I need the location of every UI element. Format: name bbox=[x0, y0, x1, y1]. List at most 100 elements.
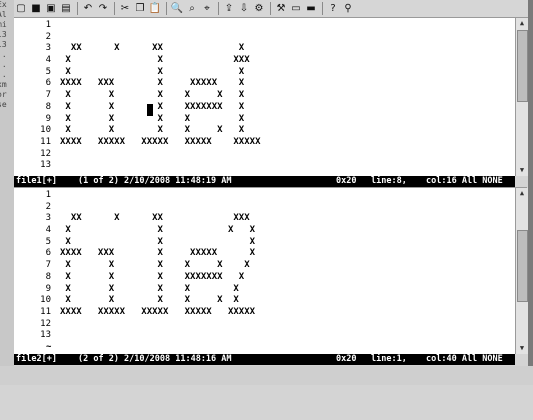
text-line[interactable]: 8 X X X XXXXXXX X bbox=[14, 272, 255, 284]
text-line[interactable]: 13 bbox=[14, 160, 260, 172]
status-filename: file2[+] bbox=[16, 354, 57, 364]
line-number: 2 bbox=[45, 31, 51, 42]
status-column: col:40 All NONE bbox=[426, 354, 503, 364]
run-script-icon[interactable]: ⚙ bbox=[252, 2, 266, 15]
line-number: 4 bbox=[45, 55, 51, 66]
find-next-icon[interactable]: ⌕ bbox=[185, 2, 199, 15]
ctags-icon[interactable]: ▬ bbox=[304, 2, 318, 15]
line-number: 13 bbox=[40, 160, 51, 171]
text-line[interactable]: 12 bbox=[14, 149, 260, 161]
save-icon[interactable]: ■ bbox=[29, 2, 43, 15]
text-line[interactable]: 6 XXXX XXX X XXXXX X bbox=[14, 78, 260, 90]
save-session-icon[interactable]: ⇩ bbox=[237, 2, 251, 15]
line-text: XX X XX XXX bbox=[60, 213, 250, 224]
scroll-down-arrow-icon[interactable]: ▼ bbox=[516, 343, 528, 354]
line-text: X X X X X X bbox=[60, 295, 239, 306]
text-line[interactable]: 4 X X XXX bbox=[14, 55, 260, 67]
line-number: 4 bbox=[45, 225, 51, 236]
find-help-icon[interactable]: ⚲ bbox=[341, 2, 355, 15]
text-line[interactable]: 8 X X X XXXXXXX X bbox=[14, 102, 260, 114]
line-text: XXXX XXX X XXXXX X bbox=[60, 248, 256, 259]
text-line[interactable]: 5 X X X bbox=[14, 236, 256, 249]
line-number: 12 bbox=[40, 148, 51, 159]
text-line[interactable]: 9 X X X X X bbox=[14, 114, 260, 126]
shell-icon[interactable]: ▭ bbox=[289, 2, 303, 15]
text-line[interactable]: 5 X X X bbox=[14, 67, 260, 79]
line-text bbox=[51, 160, 60, 170]
scrollbar-file1[interactable]: ▲ ▼ bbox=[515, 18, 528, 176]
scrollbar-file2[interactable]: ▲ ▼ bbox=[515, 188, 528, 354]
text-line[interactable]: 1 bbox=[14, 20, 260, 32]
text-line[interactable]: 9 X X X X X bbox=[14, 284, 255, 296]
undo-icon[interactable]: ↶ bbox=[81, 2, 95, 15]
line-number: 5 bbox=[45, 236, 51, 247]
line-text: X X X X X X bbox=[60, 260, 250, 271]
text-line[interactable]: 1 bbox=[14, 190, 255, 202]
editor-pane-file2[interactable]: 123 XX X XX XXX 4 X X X X5 X X X 6 XXXX XXX… bbox=[14, 188, 515, 354]
background-text-fragment: Al bbox=[0, 10, 7, 19]
text-line[interactable]: 3 XX X XX X bbox=[14, 43, 260, 55]
paste-icon[interactable]: 📋 bbox=[148, 2, 162, 15]
toolbar-separator bbox=[166, 2, 167, 15]
text-line[interactable]: 7 X X X X X X bbox=[14, 90, 260, 102]
editor-pane-file1[interactable]: 123 XX X XX X4 X X XXX 5 X X X 6 XXXX XXX X… bbox=[14, 18, 515, 176]
line-text: X X X X X bbox=[60, 283, 239, 294]
line-number: 12 bbox=[40, 318, 51, 329]
text-line[interactable]: 2 bbox=[14, 32, 260, 44]
text-line[interactable]: 13 bbox=[14, 330, 255, 342]
line-number: 13 bbox=[40, 330, 51, 341]
background-text-fragment: l3 bbox=[0, 40, 7, 49]
scroll-down-arrow-icon[interactable]: ▼ bbox=[516, 165, 528, 176]
text-line[interactable]: 4 X X X X bbox=[14, 225, 256, 237]
line-text: X X X X X X bbox=[60, 90, 245, 101]
command-line-area[interactable] bbox=[0, 366, 533, 385]
status-line-file1[interactable]: file1[+] (1 of 2) 2/10/2008 11:48:19 AM … bbox=[14, 176, 515, 187]
text-line[interactable]: 2 bbox=[14, 202, 255, 214]
make-icon[interactable]: ⚒ bbox=[274, 2, 288, 15]
scroll-thumb[interactable] bbox=[517, 30, 528, 102]
background-window-strip: ExAlmil3l3:.:.:.xmorse bbox=[0, 0, 14, 385]
text-line[interactable]: 3 XX X XX XXX bbox=[14, 213, 255, 225]
text-line[interactable]: 10 X X X X X X bbox=[14, 295, 255, 307]
line-text bbox=[51, 32, 60, 42]
text-line[interactable]: 6 XXXX XXX X XXXXX X bbox=[14, 248, 256, 260]
background-text-fragment: Ex bbox=[0, 0, 7, 9]
line-text bbox=[51, 190, 60, 200]
copy-icon[interactable]: ❐ bbox=[133, 2, 147, 15]
text-line[interactable]: 7 X X X X X X bbox=[14, 260, 255, 272]
line-number: 1 bbox=[45, 20, 51, 30]
print-icon[interactable]: ▤ bbox=[59, 2, 73, 15]
scroll-thumb[interactable] bbox=[517, 230, 528, 302]
cut-icon[interactable]: ✂ bbox=[118, 2, 132, 15]
save-all-icon[interactable]: ▣ bbox=[44, 2, 58, 15]
background-text-fragment: l3 bbox=[0, 30, 7, 39]
scroll-up-arrow-icon[interactable]: ▲ bbox=[516, 188, 528, 199]
text-line[interactable]: 12 bbox=[14, 319, 255, 331]
load-session-icon[interactable]: ⇪ bbox=[222, 2, 236, 15]
text-line[interactable]: 11 XXXX XXXXX XXXXX XXXXX XXXXX bbox=[14, 137, 260, 149]
text-line[interactable]: 10 X X X X X X bbox=[14, 125, 260, 137]
text-cursor bbox=[147, 104, 153, 116]
background-text-fragment: :. bbox=[0, 60, 7, 69]
new-file-icon[interactable]: ▢ bbox=[14, 2, 28, 15]
toolbar-separator bbox=[77, 2, 78, 15]
help-icon[interactable]: ? bbox=[326, 2, 340, 15]
line-number: 11 bbox=[40, 136, 51, 147]
toolbar-separator bbox=[218, 2, 219, 15]
line-text: X X X bbox=[60, 236, 256, 247]
find-prev-icon[interactable]: ⌖ bbox=[200, 2, 214, 15]
line-number: 8 bbox=[45, 271, 51, 282]
toolbar-separator bbox=[270, 2, 271, 15]
find-icon[interactable]: 🔍 bbox=[170, 2, 184, 15]
redo-icon[interactable]: ↷ bbox=[96, 2, 110, 15]
line-number: 7 bbox=[45, 90, 51, 101]
line-text: XXXX XXXXX XXXXX XXXXX XXXXX bbox=[60, 136, 261, 147]
line-number: 10 bbox=[40, 295, 51, 306]
text-line[interactable]: 11 XXXX XXXXX XXXXX XXXXX XXXXX bbox=[14, 307, 255, 319]
status-line-file2[interactable]: file2[+] (2 of 2) 2/10/2008 11:48:16 AM … bbox=[14, 354, 515, 365]
line-number: 11 bbox=[40, 306, 51, 317]
end-of-buffer-marker: ~ bbox=[46, 341, 52, 352]
line-text bbox=[51, 20, 60, 30]
line-text: X X X X bbox=[60, 225, 256, 236]
scroll-up-arrow-icon[interactable]: ▲ bbox=[516, 18, 528, 29]
